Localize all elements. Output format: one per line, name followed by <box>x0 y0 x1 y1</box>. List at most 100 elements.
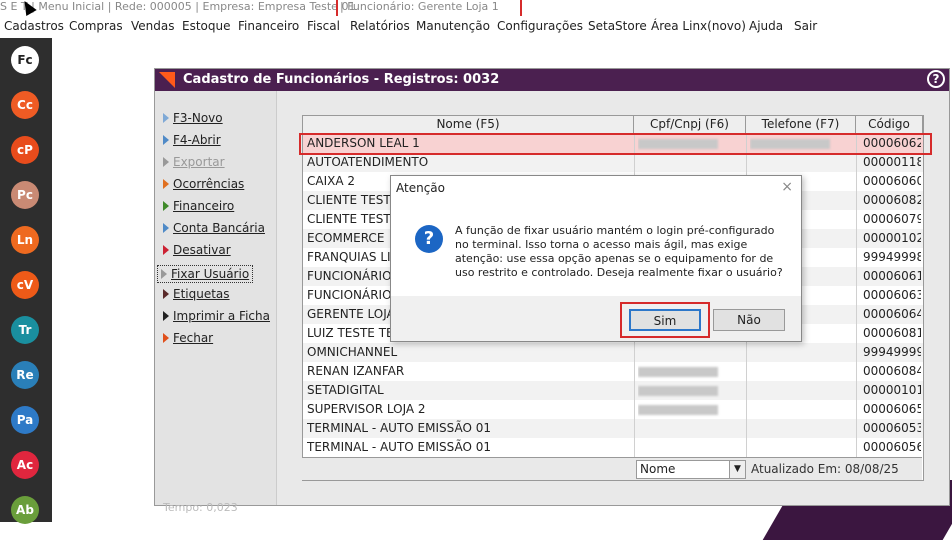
last-updated-text: Atualizado Em: 08/08/25 <box>751 462 899 476</box>
column-header-nome[interactable]: Nome (F5) <box>303 116 634 134</box>
module-icon-pa[interactable]: Pa <box>11 406 39 434</box>
module-icon-ab[interactable]: Ab <box>11 496 39 524</box>
grid-footer: Nome ▼ Atualizado Em: 08/08/25 <box>302 457 922 480</box>
cell-codigo: 00000101 <box>863 383 921 397</box>
table-row[interactable]: TERMINAL - AUTO EMISSÃO 01 00006053 <box>303 419 923 438</box>
window-title-bar: Cadastro de Funcionários - Registros: 00… <box>155 69 949 91</box>
module-icon-ln[interactable]: Ln <box>11 226 39 254</box>
cell-codigo: 00006060 <box>863 174 921 188</box>
side-menu-item-10[interactable]: Fechar <box>163 331 213 345</box>
menu-item-11[interactable]: Ajuda <box>749 19 783 33</box>
side-menu-item-7[interactable]: Fixar Usuário <box>157 265 254 283</box>
module-icon-ac[interactable]: Ac <box>11 451 39 479</box>
action-menu: Tempo: 0,023 F3-Novo F4-Abrir Exportar Ocor… <box>155 91 277 514</box>
highlight-box-selected-row <box>299 133 932 155</box>
dialog-body: ? A função de fixar usuário mantém o log… <box>391 200 801 296</box>
cell-codigo: 00006061 <box>863 269 921 283</box>
sort-field-select[interactable]: Nome ▼ <box>636 460 746 479</box>
elapsed-time-text: Tempo: 0,023 <box>163 501 238 514</box>
table-row[interactable]: SETADIGITAL 00000101 <box>303 381 923 400</box>
column-header-codigo[interactable]: Código (F8) <box>856 116 923 148</box>
cell-codigo: 99949999 <box>863 345 921 359</box>
column-header-cpf[interactable]: Cpf/Cnpj (F6) <box>634 116 746 134</box>
chevron-down-icon[interactable]: ▼ <box>729 461 745 478</box>
menu-item-12[interactable]: Sair <box>794 19 817 33</box>
menu-item-6[interactable]: Relatórios <box>350 19 410 33</box>
cell-cpf <box>638 343 744 362</box>
side-menu-item-4[interactable]: Financeiro <box>163 199 234 213</box>
menu-item-0[interactable]: Cadastros <box>4 19 64 33</box>
triangle-right-icon <box>163 223 169 233</box>
triangle-right-icon <box>161 269 167 279</box>
menu-item-8[interactable]: Configurações <box>497 19 583 33</box>
close-icon[interactable]: × <box>781 179 793 195</box>
triangle-right-icon <box>163 201 169 211</box>
side-menu-label: Etiquetas <box>173 287 230 301</box>
menu-item-10[interactable]: Área Linx(novo) <box>651 19 746 33</box>
table-row[interactable]: TERMINAL - AUTO EMISSÃO 01 00006056 <box>303 438 923 457</box>
table-row[interactable]: RENAN IZANFAR 00006084 <box>303 362 923 381</box>
table-row[interactable]: SUPERVISOR LOJA 2 00006065 <box>303 400 923 419</box>
side-menu-item-1[interactable]: F4-Abrir <box>163 133 221 147</box>
menu-item-3[interactable]: Estoque <box>182 19 231 33</box>
cell-nome: RENAN IZANFAR <box>307 364 405 378</box>
cell-telefone <box>750 400 854 419</box>
side-menu-item-2[interactable]: Exportar <box>163 155 225 169</box>
table-row[interactable]: AUTOATENDIMENTO 00000118 <box>303 153 923 172</box>
side-menu-item-9[interactable]: Imprimir a Ficha <box>163 309 270 323</box>
menu-item-2[interactable]: Vendas <box>131 19 175 33</box>
module-icon-fc[interactable]: Fc <box>11 46 39 74</box>
cell-cpf <box>638 438 744 457</box>
module-icon-cp[interactable]: cP <box>11 136 39 164</box>
side-menu-label: Desativar <box>173 243 231 257</box>
side-menu-item-5[interactable]: Conta Bancária <box>163 221 265 235</box>
cell-cpf <box>638 381 744 400</box>
menu-item-5[interactable]: Fiscal <box>307 19 340 33</box>
menu-item-7[interactable]: Manutenção <box>416 19 490 33</box>
module-icon-re[interactable]: Re <box>11 361 39 389</box>
module-icon-pc[interactable]: Pc <box>11 181 39 209</box>
sort-field-value: Nome <box>640 462 676 476</box>
redacted-block <box>638 385 718 396</box>
module-icon-cc[interactable]: Cc <box>11 91 39 119</box>
menu-item-4[interactable]: Financeiro <box>238 19 299 33</box>
triangle-right-icon <box>163 245 169 255</box>
cell-cpf <box>638 400 744 419</box>
module-icon-cv[interactable]: cV <box>11 271 39 299</box>
side-menu-label: Fechar <box>173 331 214 345</box>
side-menu-label: Conta Bancária <box>173 221 265 235</box>
column-header-telefone[interactable]: Telefone (F7) <box>746 116 856 134</box>
side-menu-label: Financeiro <box>173 199 235 213</box>
triangle-right-icon <box>163 179 169 189</box>
triangle-right-icon <box>163 289 169 299</box>
side-menu-label: F4-Abrir <box>173 133 221 147</box>
app-logo-icon <box>159 72 175 88</box>
module-icon-tr[interactable]: Tr <box>11 316 39 344</box>
highlight-box-yes-button <box>620 302 710 338</box>
menu-item-1[interactable]: Compras <box>69 19 123 33</box>
cell-codigo: 00006053 <box>863 421 921 435</box>
cell-codigo: 99949998 <box>863 250 921 264</box>
module-sidebar: Fc Cc cP Pc Ln cV Tr Re Pa Ac Ab <box>0 38 52 524</box>
cell-nome: AUTOATENDIMENTO <box>307 155 429 169</box>
side-menu-item-8[interactable]: Etiquetas <box>163 287 230 301</box>
cell-cpf <box>638 153 744 172</box>
side-menu-label: F3-Novo <box>173 111 223 125</box>
side-menu-label: Imprimir a Ficha <box>173 309 270 323</box>
help-icon[interactable]: ? <box>927 70 945 88</box>
no-button[interactable]: Não <box>713 309 785 331</box>
menu-item-9[interactable]: SetaStore <box>588 19 647 33</box>
table-row[interactable]: OMNICHANNEL 99949999 <box>303 343 923 362</box>
cell-nome: TERMINAL - AUTO EMISSÃO 01 <box>307 440 492 454</box>
cell-nome: OMNICHANNEL <box>307 345 398 359</box>
cell-codigo: 00006084 <box>863 364 921 378</box>
side-menu-item-3[interactable]: Ocorrências <box>163 177 244 191</box>
side-menu-item-0[interactable]: F3-Novo <box>163 111 223 125</box>
side-menu-item-6[interactable]: Desativar <box>163 243 231 257</box>
cell-telefone <box>750 438 854 457</box>
cell-codigo: 00000102 <box>863 231 921 245</box>
cell-codigo: 00006082 <box>863 193 921 207</box>
cell-cpf <box>638 362 744 381</box>
confirm-dialog: Atenção × ? A função de fixar usuário ma… <box>390 175 802 342</box>
triangle-right-icon <box>163 113 169 123</box>
